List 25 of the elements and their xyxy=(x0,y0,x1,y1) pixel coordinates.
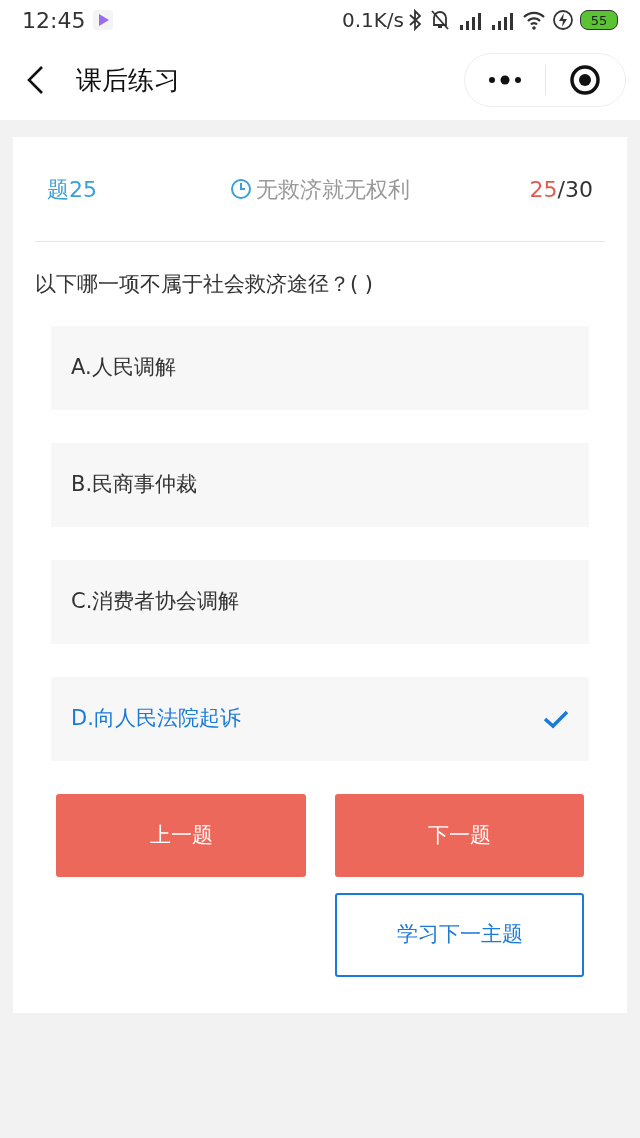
question-number: 题25 xyxy=(47,175,98,204)
question-text: 以下哪一项不属于社会救济途径？( ) xyxy=(35,271,375,298)
progress-current: 25 xyxy=(529,175,558,204)
status-time: 12:45 xyxy=(22,6,86,35)
topic-title: 无救济就无权利 xyxy=(256,175,410,204)
answer-option[interactable]: C.消费者协会调解 xyxy=(51,560,589,644)
next-topic-button[interactable]: 学习下一主题 xyxy=(335,893,584,977)
checkmark-icon xyxy=(543,709,569,729)
page-title: 课后练习 xyxy=(76,63,180,97)
previous-button[interactable]: 上一题 xyxy=(56,794,306,877)
answer-option[interactable]: A.人民调解 xyxy=(51,326,589,410)
bell-muted-icon xyxy=(430,9,450,31)
next-button[interactable]: 下一题 xyxy=(335,794,584,877)
answer-option[interactable]: B.民商事仲裁 xyxy=(51,443,589,527)
charging-icon xyxy=(552,9,574,31)
answer-option[interactable]: D.向人民法院起诉 xyxy=(51,677,589,761)
app-play-icon xyxy=(93,10,114,30)
bluetooth-icon xyxy=(408,9,422,31)
battery-indicator: 55 xyxy=(580,10,618,30)
clock-icon xyxy=(230,178,252,200)
network-speed: 0.1K/s xyxy=(341,7,404,34)
more-icon[interactable] xyxy=(487,75,522,85)
progress-total: /30 xyxy=(557,175,593,204)
wifi-icon xyxy=(522,10,546,30)
close-icon[interactable] xyxy=(569,64,602,96)
